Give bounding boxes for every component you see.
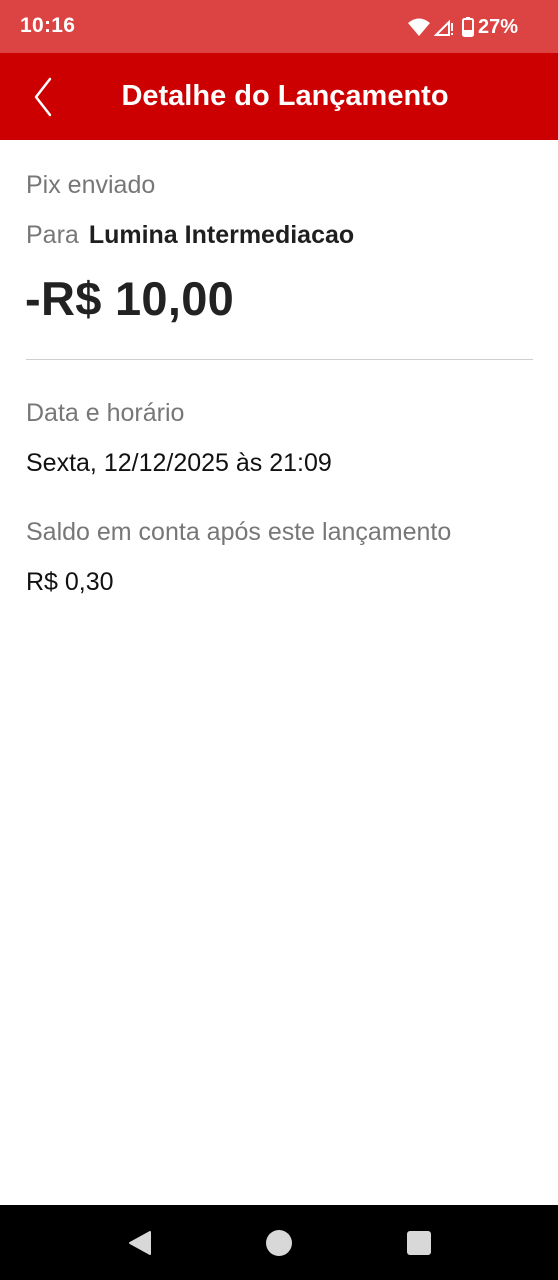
app-bar: Detalhe do Lançamento (0, 53, 558, 140)
divider (26, 359, 533, 360)
balance-label: Saldo em conta após este lançamento (26, 518, 452, 546)
nav-back-icon (129, 1231, 151, 1255)
battery-icon (461, 17, 474, 37)
transaction-type: Pix enviado (26, 171, 156, 199)
date-value: Sexta, 12/12/2025 às 21:09 (26, 449, 332, 477)
nav-home-button[interactable] (265, 1229, 293, 1257)
wifi-icon (407, 17, 431, 37)
battery-percent: 27% (477, 15, 518, 38)
date-label: Data e horário (26, 399, 185, 427)
page-title: Detalhe do Lançamento (121, 80, 449, 112)
nav-recents-icon (407, 1231, 431, 1255)
status-icons: 27% (407, 14, 518, 40)
nav-back-button[interactable] (126, 1229, 154, 1257)
status-bar: 10:16 27% (0, 0, 558, 53)
nav-recents-button[interactable] (405, 1229, 433, 1257)
screen: 10:16 27% Detalhe do Lançamento Pix envi… (0, 0, 558, 1280)
status-time: 10:16 (20, 14, 76, 37)
transaction-amount: -R$ 10,00 (25, 272, 235, 325)
cellular-no-signal-icon (433, 17, 454, 37)
navigation-bar (0, 1205, 558, 1280)
balance-value: R$ 0,30 (26, 568, 114, 596)
recipient-prefix: Para (26, 221, 79, 249)
nav-home-icon (266, 1230, 292, 1256)
recipient-name: Lumina Intermediacao (88, 221, 355, 249)
recipient-row: Para Lumina Intermediacao (26, 221, 354, 250)
